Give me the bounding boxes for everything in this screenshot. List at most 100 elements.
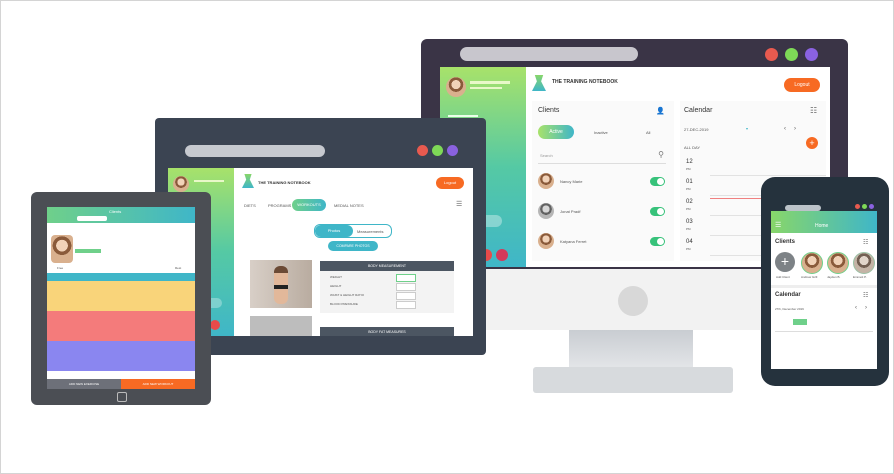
table-group-red [47, 311, 195, 341]
calendar-hour-suffix: PM [686, 167, 691, 171]
col-free: Free [57, 266, 64, 270]
field-label: BLOOD PRESSURE [330, 302, 358, 306]
add-client-icon[interactable]: ☷ [863, 239, 868, 246]
trainer-avatar [173, 176, 189, 192]
calendar-hour: 03 [686, 219, 693, 225]
add-client-label: Add Client [776, 275, 790, 279]
nav-diets[interactable]: DIETS [244, 203, 256, 208]
progress-photo [250, 316, 312, 336]
calendar-hour-suffix: PM [686, 227, 691, 231]
client-toggle[interactable] [650, 237, 665, 246]
client-avatar[interactable] [853, 252, 875, 274]
client-tag [75, 249, 101, 253]
body-fat-header: BODY FAT MEASURES [320, 327, 454, 336]
tablet-tab-active[interactable] [77, 216, 107, 221]
add-client-icon[interactable]: 👤 [656, 107, 665, 115]
next-icon[interactable]: › [865, 305, 867, 311]
phone-header-title: Home [815, 223, 829, 229]
trainer-name-line [194, 180, 224, 182]
client-name[interactable]: Jonat Pradf [560, 209, 580, 214]
tab-all[interactable]: All [646, 130, 650, 135]
desktop-logout-button[interactable]: Logout [784, 78, 820, 92]
tablet-screen: Clients Free Rest ADD NEW EXERCISE ADD N… [47, 207, 195, 389]
table-header-row [47, 273, 195, 281]
prev-icon[interactable]: ‹ [855, 305, 857, 311]
chevron-down-icon[interactable]: ▾ [746, 126, 748, 131]
add-workout-button[interactable]: ADD NEW WORKOUT [121, 379, 195, 389]
add-event-button[interactable]: + [806, 137, 818, 149]
monitor-power-button[interactable] [618, 286, 648, 316]
prev-icon[interactable]: ‹ [784, 126, 786, 132]
client-name[interactable]: Nancy Marie [560, 179, 582, 184]
calendar-grid-line [710, 175, 826, 176]
tab-inactive[interactable]: Inactive [594, 130, 608, 135]
tablet-home-button[interactable] [117, 392, 127, 402]
window-green-dot[interactable] [785, 48, 798, 61]
youtube-icon[interactable] [210, 320, 220, 330]
compare-photos-button[interactable]: COMPARE PHOTOS [328, 241, 378, 251]
weight-input[interactable] [396, 274, 416, 282]
window-green-dot [862, 204, 867, 209]
search-icon[interactable]: ⚲ [658, 150, 664, 159]
client-avatar[interactable] [801, 252, 823, 274]
next-icon[interactable]: › [794, 126, 796, 132]
client-toggle[interactable] [650, 177, 665, 186]
nav-workouts[interactable]: WORKOUTS [292, 199, 326, 211]
calendar-icon[interactable]: ☷ [810, 106, 817, 115]
clients-panel: Clients 👤 Active Inactive All Search ⚲ N… [532, 101, 674, 261]
menu-icon[interactable]: ☰ [775, 221, 781, 229]
window-red-dot[interactable] [417, 145, 428, 156]
calendar-hour: 12 [686, 159, 693, 165]
client-avatar [538, 233, 554, 249]
nav-medical-notes[interactable]: MEDIAL NOTES [334, 203, 364, 208]
photo-person [274, 266, 288, 304]
calendar-grid-line [775, 331, 873, 332]
calendar-date[interactable]: 27-DEC-2019 [684, 127, 708, 132]
phone-calendar-title: Calendar [775, 292, 801, 298]
client-name[interactable]: Katyana Ferret [560, 239, 586, 244]
phone-clients-title: Clients [775, 239, 796, 245]
client-toggle[interactable] [650, 207, 665, 216]
calendar-icon[interactable]: ☷ [863, 292, 868, 299]
phone-header: ☰ Home [771, 211, 877, 233]
tab-active[interactable]: Active [538, 125, 574, 139]
laptop-app-title: THE TRAINING NOTEBOOK [258, 180, 311, 185]
window-purple-dot[interactable] [805, 48, 818, 61]
phone-calendar-date[interactable]: 27th, December 2019 [775, 307, 804, 311]
blood-pressure-input[interactable] [396, 301, 416, 309]
photos-measurements-segment: Photos Measurements [314, 224, 392, 238]
calendar-event[interactable] [793, 319, 807, 325]
segment-measurements[interactable]: Measurements [357, 229, 383, 234]
height-input[interactable] [396, 283, 416, 291]
address-bar [460, 47, 638, 61]
add-client-button[interactable]: + [775, 252, 795, 272]
laptop-screen: THE TRAINING NOTEBOOK Logout DIETS PROGR… [168, 168, 473, 336]
clients-title: Clients [538, 107, 560, 114]
clients-search-input[interactable]: Search ⚲ [538, 149, 666, 164]
calendar-hour-suffix: PM [686, 247, 691, 251]
menu-icon[interactable]: ☰ [456, 200, 462, 208]
nav-programs[interactable]: PROGRAMS [268, 203, 291, 208]
window-red-dot[interactable] [765, 48, 778, 61]
ratio-input[interactable] [396, 292, 416, 300]
window-green-dot[interactable] [432, 145, 443, 156]
segment-photos[interactable]: Photos [315, 225, 353, 237]
monitor-stand-neck [569, 330, 693, 368]
field-label: WEIGHT [330, 275, 342, 279]
field-label: HEIGHT [330, 284, 342, 288]
phone-screen: ☰ Home Clients ☷ + Add Client Andrew Gri… [771, 211, 877, 369]
calendar-title: Calendar [684, 107, 713, 114]
window-purple-dot [869, 204, 874, 209]
window-purple-dot[interactable] [447, 145, 458, 156]
client-name: Jayden B. [827, 275, 841, 279]
sidebar-item-home[interactable] [448, 115, 478, 117]
trainer-email-line [470, 87, 502, 89]
progress-photo [250, 260, 312, 308]
client-avatar[interactable] [827, 252, 849, 274]
tablet-header-title: Clients [109, 209, 122, 214]
trainer-name-line [470, 81, 510, 84]
calendar-hour: 01 [686, 179, 693, 185]
instagram-icon[interactable] [496, 249, 508, 261]
add-exercise-button[interactable]: ADD NEW EXERCISE [47, 379, 121, 389]
laptop-logout-button[interactable]: Logout [436, 177, 464, 189]
